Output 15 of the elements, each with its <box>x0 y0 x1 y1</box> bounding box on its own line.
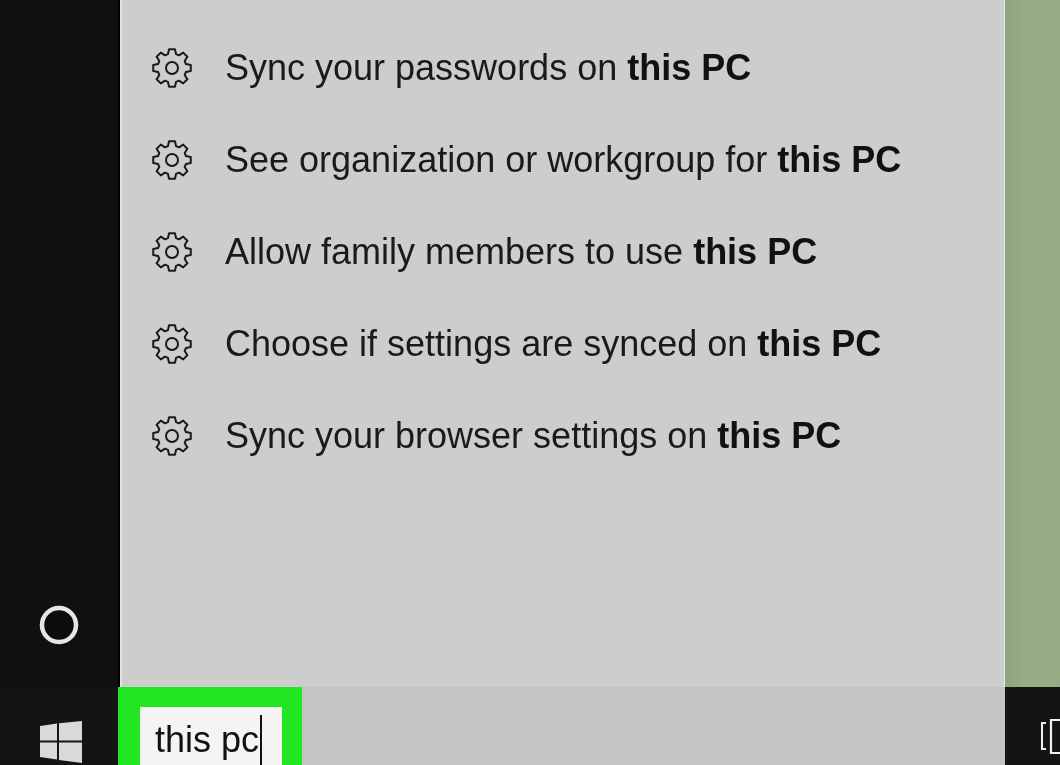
gear-icon <box>151 415 193 457</box>
task-view-icon[interactable] <box>1040 719 1060 755</box>
windows-logo-icon[interactable] <box>40 721 82 763</box>
search-result-item[interactable]: Choose if settings are synced on this PC <box>151 323 882 365</box>
cortana-ring-icon[interactable] <box>38 604 80 646</box>
text-cursor-icon <box>260 715 263 765</box>
gear-icon <box>151 323 193 365</box>
search-result-item[interactable]: Allow family members to use this PC <box>151 231 818 273</box>
gear-icon <box>151 231 193 273</box>
gear-icon <box>151 139 193 181</box>
search-result-item[interactable]: See organization or workgroup for this PC <box>151 139 902 181</box>
search-field[interactable]: this pc <box>140 707 282 765</box>
search-result-item[interactable]: Sync your passwords on this PC <box>151 47 752 89</box>
gear-icon <box>151 47 193 89</box>
search-result-item[interactable]: Sync your browser settings on this PC <box>151 415 842 457</box>
